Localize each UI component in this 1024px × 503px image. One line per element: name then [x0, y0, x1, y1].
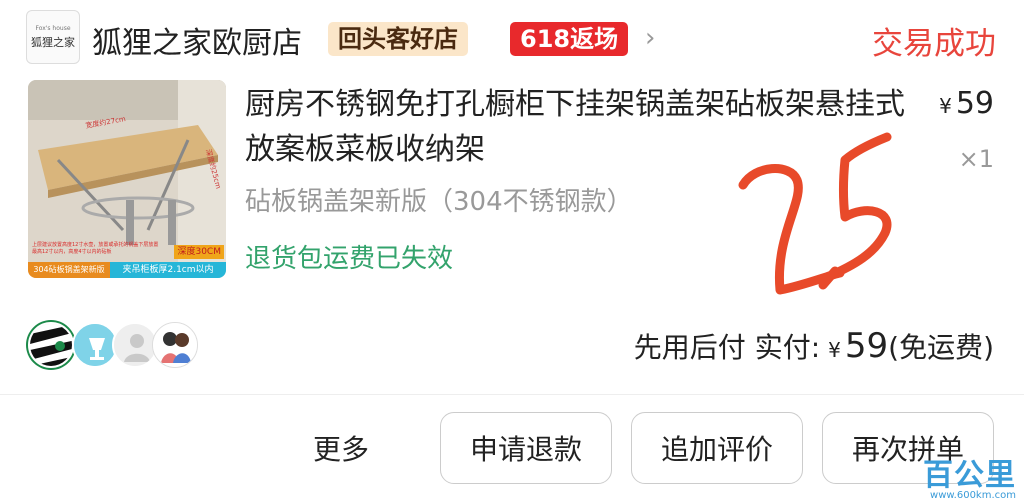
add-review-button[interactable]: 追加评价: [631, 412, 803, 484]
product-quantity: ×1: [958, 145, 994, 173]
thumbnail-note: 上层建议放置高度12寸水壶，放置或承托的锅盖下层放置最高12寸以内，高度4寸以内…: [32, 242, 159, 255]
store-logo-small-text: Fox's house: [35, 24, 71, 32]
product-sku: 砧板锅盖架新版（304不锈钢款）: [245, 187, 633, 217]
watermark-text: 百公里: [923, 458, 1016, 493]
thumbnail-thickness-tag: 夹吊柜板厚2.1cm以内: [110, 262, 226, 278]
payment-label: 先用后付 实付:: [633, 331, 821, 364]
promo-618-badge: 618返场: [510, 22, 629, 56]
more-button[interactable]: 更多: [313, 428, 369, 468]
return-shipping-note: 退货包运费已失效: [245, 244, 454, 274]
repeat-customer-badge: 回头客好店: [328, 22, 468, 56]
price-value: 59: [955, 86, 994, 121]
product-thumbnail[interactable]: 宽度约27cm 深度约25cm 上层建议放置高度12寸水壶，放置或承托的锅盖下层…: [28, 80, 226, 278]
product-price: ¥59: [939, 86, 994, 121]
chevron-right-icon[interactable]: ›: [645, 23, 655, 53]
handwritten-annotation: [738, 132, 892, 295]
price-currency: ¥: [939, 94, 952, 118]
store-name[interactable]: 狐狸之家欧厨店: [92, 18, 302, 62]
payment-currency: ¥: [828, 338, 841, 362]
thumbnail-version-tag: 304砧板锅盖架新版: [28, 262, 110, 278]
avatar[interactable]: [28, 322, 74, 368]
payment-summary: 先用后付 实付: ¥59(免运费): [634, 326, 994, 366]
watermark-url: www.600km.com: [930, 490, 1016, 501]
store-logo-text: 狐狸之家: [31, 35, 75, 49]
site-watermark: 百公里 www.600km.com: [923, 450, 1016, 501]
order-status: 交易成功: [872, 26, 996, 62]
store-logo[interactable]: Fox's house 狐狸之家: [26, 10, 80, 64]
couple-avatar-icon: [153, 323, 197, 367]
zebra-avatar-icon: [30, 324, 72, 366]
payment-note: (免运费): [888, 331, 994, 364]
avatar[interactable]: [152, 322, 198, 368]
request-refund-button[interactable]: 申请退款: [440, 412, 612, 484]
thumbnail-depth-tag: 深度30CM: [174, 245, 224, 259]
payment-amount: 59: [844, 326, 889, 366]
divider: [0, 394, 1024, 395]
